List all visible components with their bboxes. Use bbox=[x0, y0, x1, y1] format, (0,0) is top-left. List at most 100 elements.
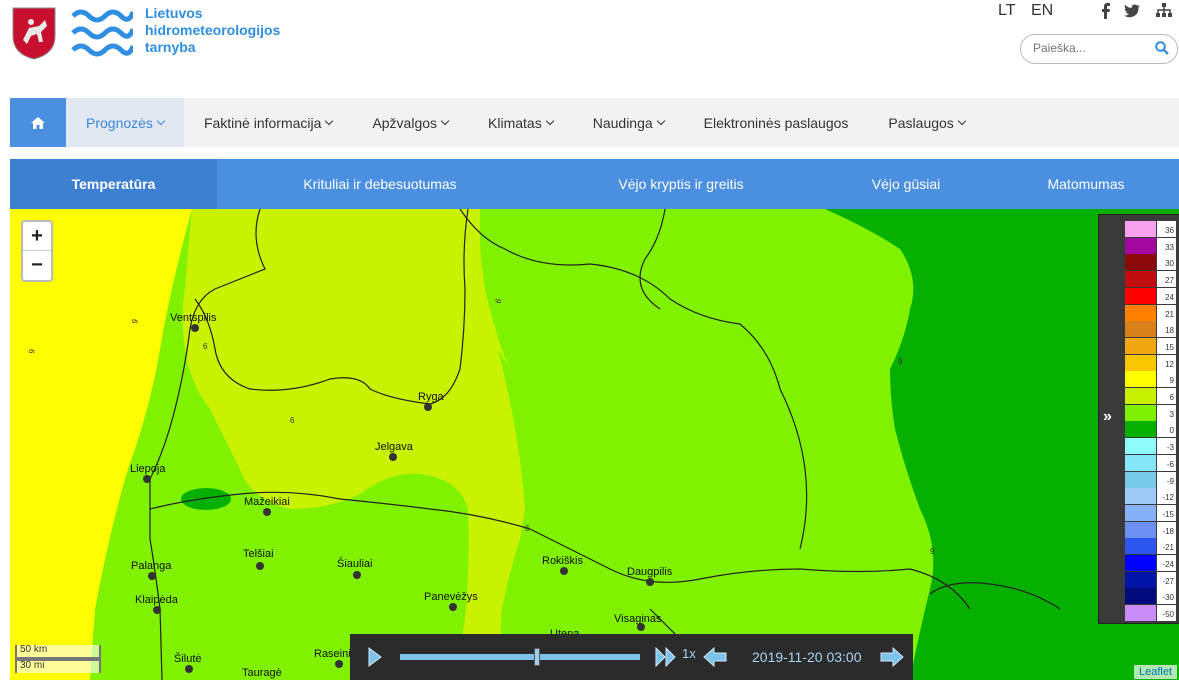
nav-item-prognozes[interactable]: Prognozės bbox=[66, 98, 184, 147]
playback-speed[interactable]: 1x bbox=[682, 646, 696, 661]
lang-lt-link[interactable]: LT bbox=[998, 2, 1015, 20]
sitemap-icon[interactable] bbox=[1156, 3, 1172, 18]
timeline-slider[interactable] bbox=[400, 654, 640, 660]
chevron-down-icon bbox=[156, 116, 166, 125]
legend-label: 15 bbox=[1157, 337, 1176, 354]
legend-label: 33 bbox=[1157, 237, 1176, 254]
legend-swatch bbox=[1125, 221, 1156, 237]
timeline-player: 1x 2019-11-20 03:00 bbox=[350, 634, 913, 680]
legend-label: -30 bbox=[1157, 588, 1176, 605]
legend-label: -9 bbox=[1157, 471, 1176, 488]
city-label: Visaginas bbox=[614, 613, 662, 625]
lhmt-logo-icon[interactable] bbox=[71, 6, 133, 60]
zoom-in-button[interactable]: + bbox=[23, 222, 51, 251]
nav-item-label: Faktinė informacija bbox=[203, 114, 322, 131]
legend-swatch bbox=[1125, 254, 1156, 271]
legend-swatch bbox=[1125, 388, 1156, 404]
nav-item-label: Prognozės bbox=[86, 114, 153, 131]
chevron-down-icon bbox=[656, 116, 665, 125]
legend-swatch bbox=[1125, 454, 1156, 471]
tab-temperatura[interactable]: Temperatūra bbox=[10, 159, 217, 209]
legend-swatch bbox=[1125, 521, 1156, 538]
scale-mi: 30 mi bbox=[15, 659, 101, 673]
nav-item-elektronines-paslaugos[interactable]: Elektroninės paslaugos bbox=[684, 98, 869, 147]
chevron-down-icon bbox=[440, 116, 450, 125]
map-canvas[interactable]: 9 9 6 6 6 9 6 9 Ventspilis Ryga Jelgava … bbox=[10, 209, 1179, 680]
home-icon bbox=[31, 116, 45, 129]
tab-krituliai[interactable]: Krituliai ir debesuotumas bbox=[217, 159, 543, 209]
chevron-down-icon bbox=[325, 116, 334, 125]
nav-item-apzvalgos[interactable]: Apžvalgos bbox=[352, 98, 468, 147]
legend-swatch bbox=[1125, 354, 1156, 371]
chevron-down-icon bbox=[957, 116, 967, 125]
legend-swatch bbox=[1125, 488, 1156, 505]
legend-label: -18 bbox=[1157, 521, 1176, 538]
legend-swatch bbox=[1125, 287, 1156, 304]
legend-swatch bbox=[1125, 271, 1156, 288]
coat-of-arms-icon[interactable] bbox=[11, 6, 57, 60]
legend-swatch bbox=[1125, 605, 1156, 622]
twitter-icon[interactable] bbox=[1124, 4, 1140, 18]
city-label: Panevėžys bbox=[424, 591, 478, 603]
main-nav: Prognozės Faktinė informacija Apžvalgos … bbox=[10, 98, 1179, 147]
search-input[interactable] bbox=[1033, 41, 1143, 55]
legend-toggle-icon[interactable]: » bbox=[1103, 408, 1112, 426]
site-title[interactable]: Lietuvos hidrometeorologijos tarnyba bbox=[145, 5, 280, 56]
isoline-label: 9 bbox=[930, 547, 935, 556]
play-icon[interactable] bbox=[368, 647, 382, 667]
zoom-out-button[interactable]: − bbox=[23, 251, 51, 280]
legend-swatch bbox=[1125, 371, 1156, 388]
nav-item-label: Naudinga bbox=[592, 114, 653, 131]
legend-swatch bbox=[1125, 404, 1156, 421]
isoline-label: 9 bbox=[898, 357, 903, 366]
site-header: Lietuvos hidrometeorologijos tarnyba LT … bbox=[0, 0, 1179, 98]
nav-item-label: Paslaugos bbox=[888, 114, 954, 131]
legend-label: 27 bbox=[1157, 271, 1176, 288]
tab-vejo-gusiai[interactable]: Vėjo gūsiai bbox=[819, 159, 993, 209]
lang-en-link[interactable]: EN bbox=[1031, 2, 1053, 20]
nav-item-label: Elektroninės paslaugos bbox=[703, 114, 849, 131]
home-button[interactable] bbox=[10, 98, 66, 147]
leaflet-attribution[interactable]: Leaflet bbox=[1133, 665, 1177, 679]
tab-matomumas[interactable]: Matomumas bbox=[993, 159, 1179, 209]
tab-vejo-kryptis[interactable]: Vėjo kryptis ir greitis bbox=[543, 159, 819, 209]
city-label: Klaipėda bbox=[135, 594, 179, 606]
isoline-label: 6 bbox=[203, 342, 208, 351]
legend-swatch bbox=[1125, 438, 1156, 455]
nav-item-faktine-informacija[interactable]: Faktinė informacija bbox=[184, 98, 353, 147]
timeline-slider-handle[interactable] bbox=[533, 648, 540, 666]
isoline-label: 6 bbox=[290, 416, 295, 425]
facebook-icon[interactable] bbox=[1099, 3, 1111, 19]
fast-forward-icon[interactable] bbox=[655, 647, 677, 667]
nav-item-paslaugos[interactable]: Paslaugos bbox=[868, 98, 984, 147]
legend-label: -24 bbox=[1157, 555, 1176, 571]
legend-label: 9 bbox=[1157, 371, 1176, 388]
step-forward-icon[interactable] bbox=[880, 647, 904, 667]
scale-bar: 50 km 30 mi bbox=[15, 645, 101, 673]
legend-swatch bbox=[1125, 237, 1156, 254]
scale-km: 50 km bbox=[15, 645, 101, 659]
temperature-map[interactable]: 9 9 6 6 6 9 6 9 Ventspilis Ryga Jelgava … bbox=[10, 209, 1179, 680]
zoom-control: + − bbox=[21, 220, 53, 282]
nav-item-klimatas[interactable]: Klimatas bbox=[468, 98, 573, 147]
step-back-icon[interactable] bbox=[703, 647, 727, 667]
legend-label: -15 bbox=[1157, 504, 1176, 521]
legend-label: 12 bbox=[1157, 354, 1176, 371]
city-label: Tauragė bbox=[242, 667, 282, 679]
legend-label: 18 bbox=[1157, 321, 1176, 338]
legend-swatch bbox=[1125, 321, 1156, 338]
forecast-tabs: Temperatūra Krituliai ir debesuotumas Vė… bbox=[10, 159, 1179, 209]
legend-label: 21 bbox=[1157, 304, 1176, 321]
isoline-label: 6 bbox=[525, 524, 530, 533]
site-title-line1: Lietuvos bbox=[145, 5, 203, 21]
nav-item-naudinga[interactable]: Naudinga bbox=[573, 98, 684, 147]
legend-swatch bbox=[1125, 337, 1156, 354]
search-icon[interactable] bbox=[1155, 41, 1169, 55]
legend-label: 3 bbox=[1157, 404, 1176, 421]
legend-swatch bbox=[1125, 421, 1156, 438]
legend-swatch bbox=[1125, 538, 1156, 555]
chevron-down-icon bbox=[545, 116, 554, 125]
site-title-line3: tarnyba bbox=[145, 39, 196, 55]
legend-label: 30 bbox=[1157, 254, 1176, 271]
search-box[interactable] bbox=[1020, 34, 1178, 64]
